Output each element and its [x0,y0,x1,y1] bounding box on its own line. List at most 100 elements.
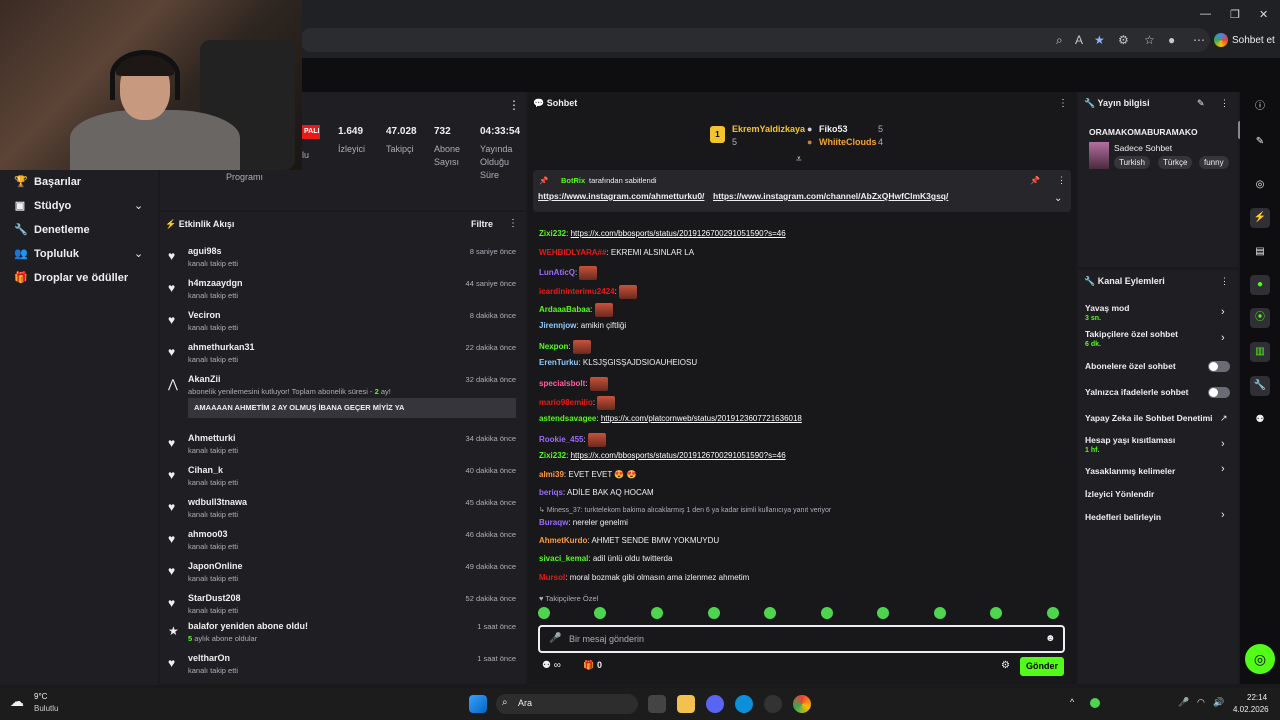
chevron-right-icon[interactable]: › [1221,438,1225,450]
maximize-icon[interactable]: ❐ [1230,8,1240,21]
raid-viewers[interactable]: İzleyici Yönlendir [1085,489,1154,499]
set-goals[interactable]: Hedefleri belirleyin [1085,512,1161,522]
chat-username[interactable]: ErenTurku [539,358,578,367]
clock-time[interactable]: 22:14 [1247,693,1267,702]
chat-username[interactable]: Nexpon [539,342,568,351]
leader-name[interactable]: WhiiteClouds [819,137,877,147]
emote-image[interactable] [589,377,608,391]
nav-basarilar[interactable]: 🏆 Başarılar [14,175,81,189]
discord-icon[interactable] [706,695,724,713]
zoom-icon[interactable]: ⌕ [1056,33,1063,48]
emote-image[interactable] [597,396,616,410]
chat-username[interactable]: Zixi232 [539,229,566,238]
chevron-right-icon[interactable]: › [1221,306,1225,318]
category-thumbnail[interactable] [1089,142,1109,169]
external-link-icon[interactable]: ↗ [1220,413,1228,424]
tray-chevron-icon[interactable]: ^ [1070,697,1074,707]
kebab-menu-icon[interactable]: ⋮ [508,98,520,112]
emote-image[interactable] [619,285,638,299]
chat-username[interactable]: Rookie_455 [539,435,583,444]
activity-username[interactable]: agui98s [188,246,222,256]
emote-shortcut[interactable] [934,607,946,619]
chat-username[interactable]: Zixi232 [539,451,566,460]
broadcast-icon[interactable]: ⦿ [1250,308,1270,328]
close-icon[interactable]: ✕ [1259,8,1268,21]
windows-start-icon[interactable] [469,695,487,713]
activity-username[interactable]: AkanZii [188,374,221,384]
info-icon[interactable]: ⓘ [1250,97,1270,117]
category-name[interactable]: Sadece Sohbet [1114,143,1172,153]
chat-username[interactable]: astendsavagee [539,414,596,423]
chat-username[interactable]: almi39 [539,470,564,479]
send-button[interactable]: Gönder [1020,657,1064,676]
pinned-by-user[interactable]: BotRix [561,176,585,185]
edit-pencil-icon[interactable]: ✎ [1197,98,1205,109]
account-age-restriction[interactable]: Hesap yaşı kısıtlaması 1 hf. [1085,435,1175,454]
emote-shortcut[interactable] [877,607,889,619]
settings-gear-icon[interactable]: ⚙ [1001,660,1010,671]
emote-image[interactable] [572,340,591,354]
kebab-menu-icon[interactable]: ⋮ [1057,175,1066,186]
activity-username[interactable]: h4mzaaydgn [188,278,243,288]
chat-username[interactable]: sivaci_kemal [539,554,588,563]
emote-image[interactable] [587,433,606,447]
microphone-icon[interactable]: 🎤 [549,633,561,644]
banned-words[interactable]: Yasaklanmış kelimeler [1085,466,1175,476]
activity-username[interactable]: Cihan_k [188,465,223,475]
expand-icon[interactable]: ⩡ [796,154,802,165]
chevron-right-icon[interactable]: › [1221,463,1225,475]
chat-username[interactable]: Jirennjow [539,321,576,330]
subscribers-only-chat[interactable]: Abonelere özel sohbet [1085,361,1176,371]
profile-icon[interactable]: ● [1168,33,1175,47]
nav-studyo[interactable]: ▣ Stüdyo [14,199,71,213]
kebab-menu-icon[interactable]: ⋮ [508,218,518,229]
layout-icon[interactable]: ▥ [1250,342,1270,362]
support-icon[interactable]: ◎ [1245,644,1275,674]
nav-topluluk[interactable]: 👥 Topluluk [14,247,79,261]
chat-username[interactable]: Mursol [539,573,565,582]
emote-only-chat[interactable]: Yalnızca ifadelerle sohbet [1085,387,1188,397]
chat-icon[interactable]: ● [1250,275,1270,295]
activity-username[interactable]: veltharOn [188,653,230,663]
read-aloud-icon[interactable]: A [1075,33,1083,47]
chat-username[interactable]: mario98emilio [539,398,593,407]
emote-shortcut[interactable] [708,607,720,619]
activity-username[interactable]: wdbull3tnawa [188,497,247,507]
weather-icon[interactable]: ☁ [10,693,24,710]
wrench-icon[interactable]: 🔧 [1250,376,1270,396]
infinity-points-icon[interactable]: ⚉ ∞ [542,660,561,671]
kebab-menu-icon[interactable]: ⋮ [1220,276,1229,287]
clipboard-icon[interactable]: ▤ [1250,242,1270,262]
emote-shortcut[interactable] [764,607,776,619]
extensions-icon[interactable]: ⚙ [1118,33,1129,47]
microphone-icon[interactable]: 🎤 [1178,697,1189,708]
emote-shortcut[interactable] [538,607,550,619]
chat-input[interactable]: 🎤 Bir mesaj gönderin ☻ [538,625,1065,653]
chat-username[interactable]: WEHBIDLYARA## [539,248,606,257]
chrome-icon[interactable] [793,695,811,713]
filter-button[interactable]: Filtre [471,219,493,229]
nav-denetleme[interactable]: 🔧 Denetleme [14,223,90,237]
pinned-link-2[interactable]: https://www.instagram.com/channel/AbZxQH… [713,191,948,201]
volume-icon[interactable]: 🔊 [1213,697,1224,708]
activity-username[interactable]: JaponOnline [188,561,243,571]
emote-shortcut[interactable] [821,607,833,619]
chevron-right-icon[interactable]: › [1221,332,1225,344]
favorites-icon[interactable]: ☆ [1144,33,1155,47]
kebab-menu-icon[interactable]: ⋮ [1058,98,1068,109]
tag-chip[interactable]: funny [1199,156,1229,169]
chevron-down-icon[interactable]: ⌄ [1054,193,1062,204]
target-icon[interactable]: ◎ [1250,175,1270,195]
steam-icon[interactable] [764,695,782,713]
chat-username[interactable]: Buraqw [539,518,568,527]
unpin-icon[interactable]: 📌 [1030,176,1040,185]
chat-username[interactable]: beriqs [539,488,563,497]
chat-username[interactable]: specialsbolt [539,379,585,388]
task-view-icon[interactable] [648,695,666,713]
chat-link[interactable]: https://x.com/bbosports/status/201912670… [571,229,786,238]
followers-only-chat[interactable]: Takipçilere özel sohbet 6 dk. [1085,329,1178,348]
share-icon[interactable]: ⚉ [1250,410,1270,430]
slow-mode[interactable]: Yavaş mod 3 sn. [1085,303,1129,322]
edge-icon[interactable] [735,695,753,713]
chat-link[interactable]: https://x.com/bbosports/status/201912670… [571,451,786,460]
